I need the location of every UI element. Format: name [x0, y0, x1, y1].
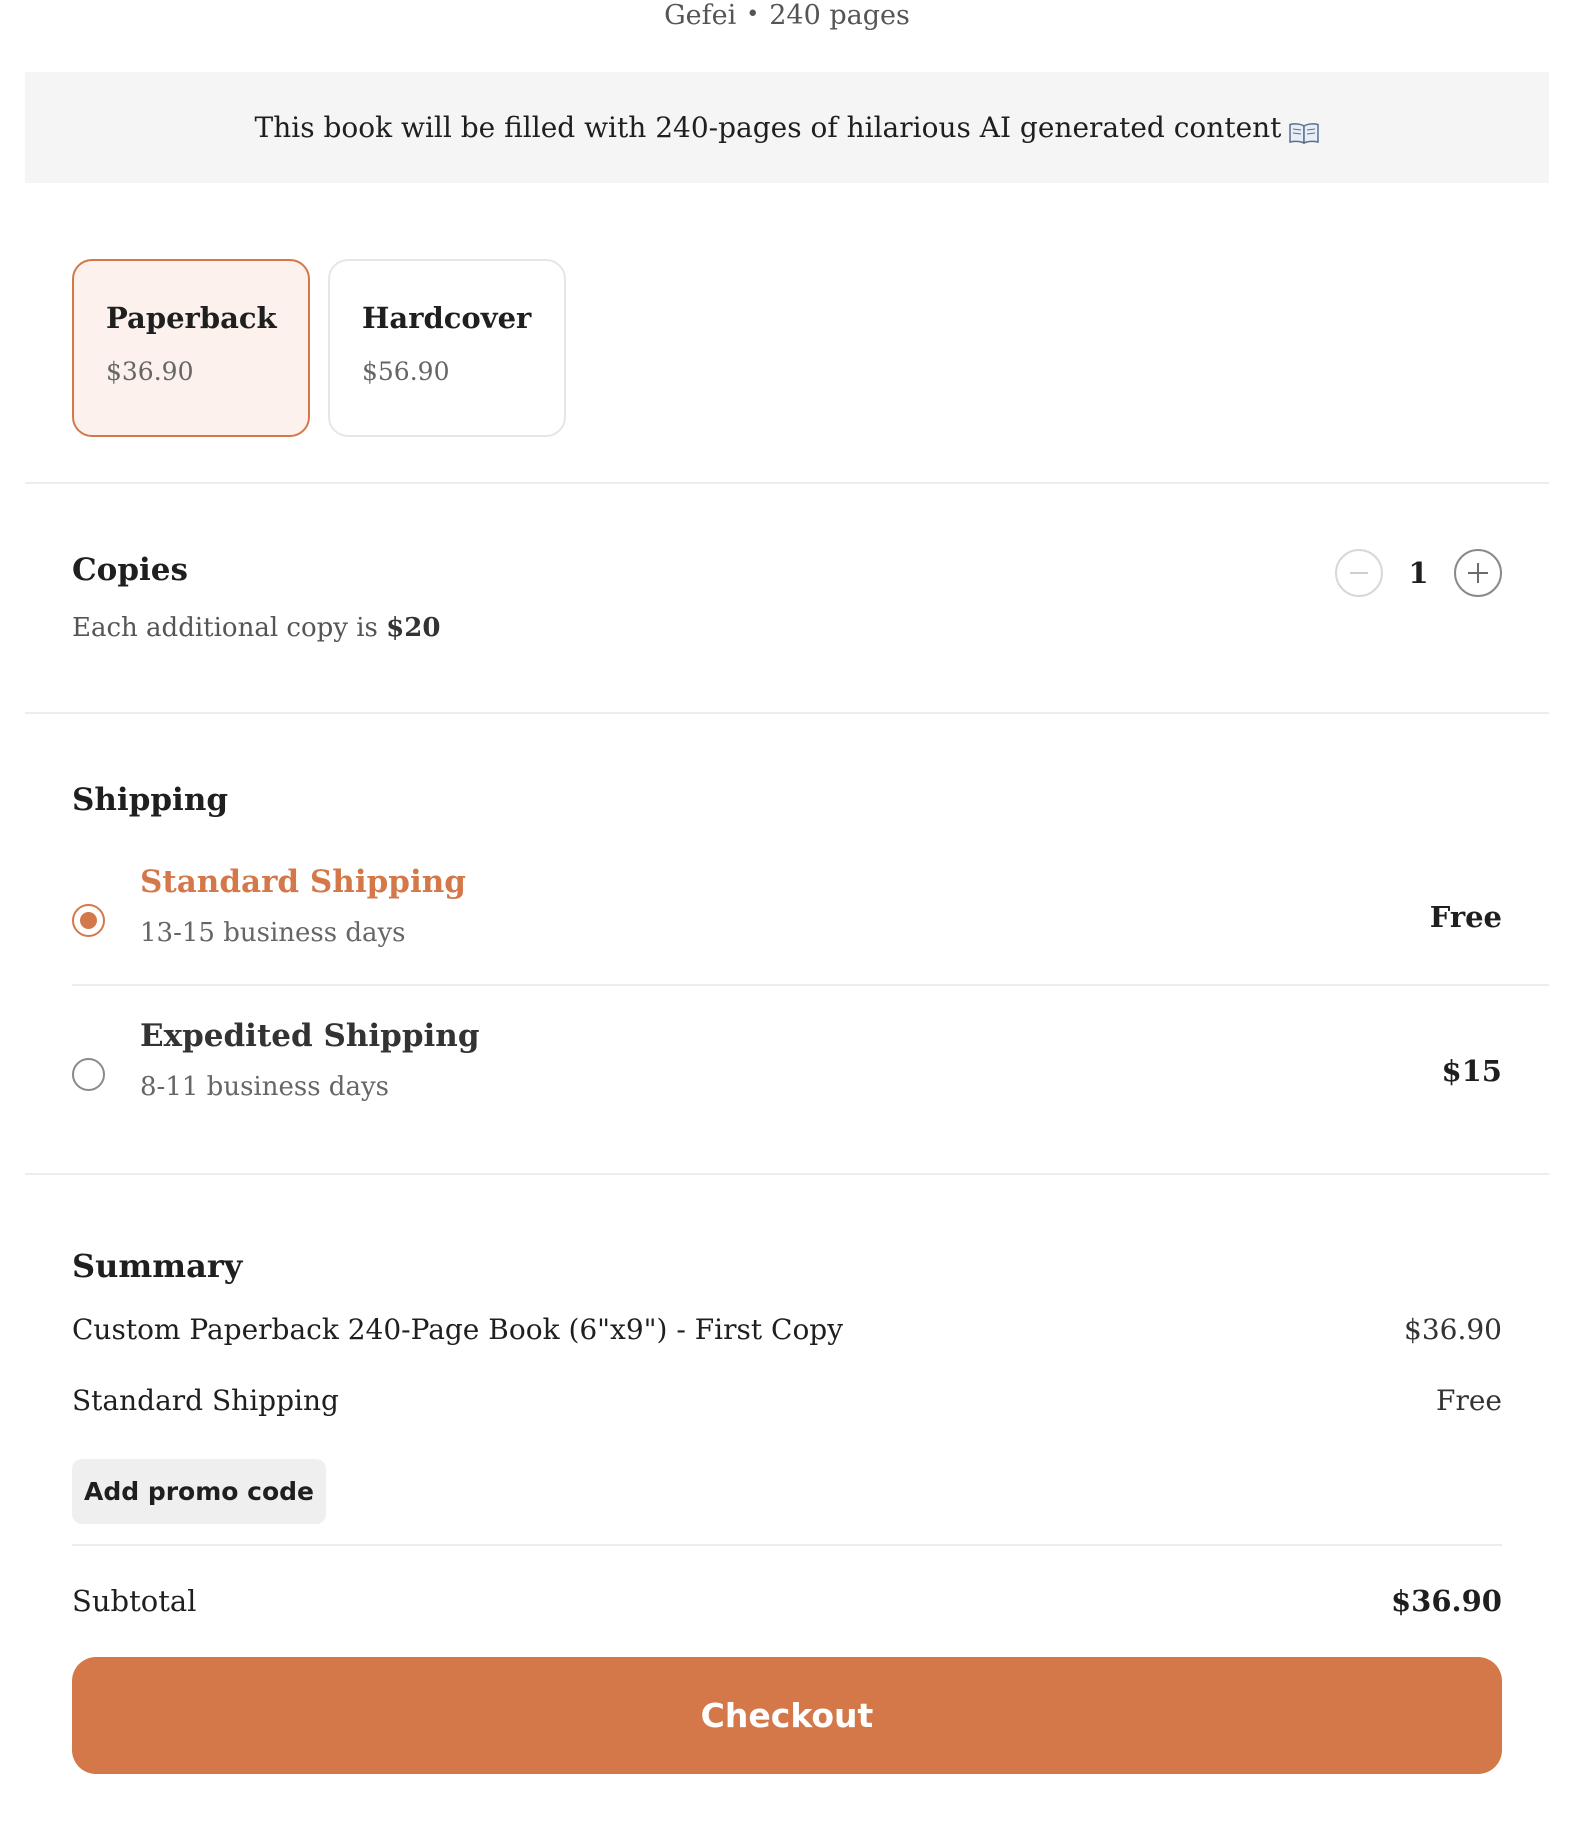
radio-button[interactable]: [72, 1058, 105, 1091]
section-divider: [25, 712, 1549, 714]
shipping-label: Standard Shipping: [140, 864, 466, 900]
subtotal-label: Subtotal: [72, 1584, 197, 1618]
format-selector: Paperback $36.90 Hardcover $56.90: [72, 259, 566, 437]
summary-title: Summary: [72, 1247, 243, 1285]
copies-subtitle: Each additional copy is $20: [72, 613, 440, 643]
info-banner: This book will be filled with 240-pages …: [25, 72, 1549, 183]
open-book-icon: [1289, 118, 1320, 144]
line-item-label: Custom Paperback 240-Page Book (6"x9") -…: [72, 1313, 844, 1346]
line-item-label: Standard Shipping: [72, 1384, 339, 1417]
radio-button[interactable]: [72, 904, 105, 937]
add-promo-code-button[interactable]: Add promo code: [72, 1459, 326, 1524]
book-meta: Gefei • 240 pages: [0, 0, 1574, 38]
shipping-cost: $15: [1441, 1054, 1502, 1088]
summary-line-item: Custom Paperback 240-Page Book (6"x9") -…: [72, 1313, 1502, 1346]
format-price: $36.90: [106, 357, 194, 386]
page-count: 240 pages: [769, 0, 910, 31]
format-card-hardcover[interactable]: Hardcover $56.90: [328, 259, 566, 437]
author-name: Gefei: [664, 0, 737, 31]
format-price: $56.90: [362, 357, 450, 386]
section-divider: [25, 482, 1549, 484]
line-item-amount: $36.90: [1404, 1313, 1502, 1346]
copies-title: Copies: [72, 552, 188, 588]
format-name: Hardcover: [362, 301, 532, 335]
increment-button[interactable]: [1454, 549, 1502, 597]
summary-line-item: Standard Shipping Free: [72, 1384, 1502, 1417]
checkout-button[interactable]: Checkout: [72, 1657, 1502, 1774]
decrement-button[interactable]: [1335, 549, 1383, 597]
summary-divider: [72, 1544, 1502, 1546]
shipping-option-expedited[interactable]: Expedited Shipping 8-11 business days $1…: [72, 1018, 1502, 1138]
format-card-paperback[interactable]: Paperback $36.90: [72, 259, 310, 437]
line-item-amount: Free: [1436, 1384, 1502, 1417]
additional-copy-price: $20: [386, 613, 441, 643]
format-name: Paperback: [106, 301, 277, 335]
shipping-label: Expedited Shipping: [140, 1018, 480, 1054]
shipping-days: 8-11 business days: [140, 1072, 389, 1102]
subtotal-amount: $36.90: [1391, 1584, 1502, 1618]
quantity-value: 1: [1408, 556, 1429, 590]
copies-subtitle-text: Each additional copy is: [72, 613, 378, 643]
quantity-stepper: 1: [1335, 549, 1502, 597]
shipping-option-standard[interactable]: Standard Shipping 13-15 business days Fr…: [72, 864, 1502, 984]
option-divider: [72, 984, 1549, 986]
section-divider: [25, 1173, 1549, 1175]
subtotal-row: Subtotal $36.90: [72, 1584, 1502, 1618]
banner-text: This book will be filled with 240-pages …: [254, 111, 1282, 144]
shipping-days: 13-15 business days: [140, 918, 406, 948]
shipping-cost: Free: [1429, 900, 1502, 934]
minus-icon: [1350, 572, 1368, 574]
plus-icon: [1468, 563, 1488, 583]
meta-separator: •: [746, 2, 760, 27]
shipping-title: Shipping: [72, 782, 229, 818]
